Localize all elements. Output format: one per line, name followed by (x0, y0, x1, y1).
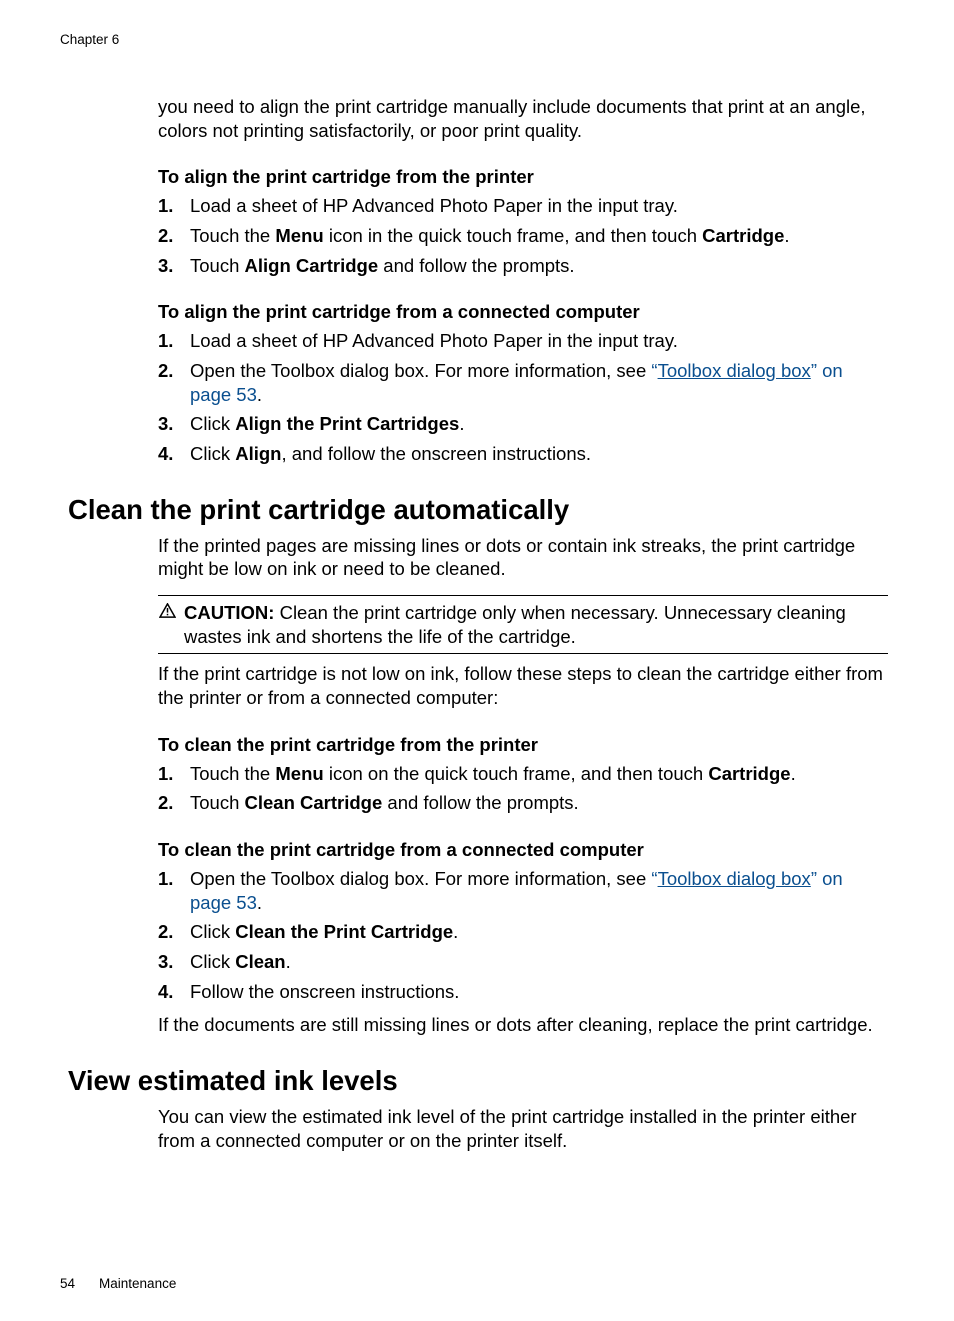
after-clean-para: If the documents are still missing lines… (158, 1013, 888, 1037)
text: , and follow the onscreen instructions. (281, 443, 591, 464)
text: . (257, 892, 262, 913)
bold-text: Menu (275, 763, 323, 784)
content-body: you need to align the print cartridge ma… (158, 95, 888, 466)
text: Click (190, 443, 235, 464)
text: icon on the quick touch frame, and then … (324, 763, 709, 784)
list-item: Touch Clean Cartridge and follow the pro… (186, 791, 888, 815)
link-text: Toolbox dialog box (658, 868, 811, 889)
text: Click (190, 951, 235, 972)
list-item: Click Align the Print Cartridges. (186, 412, 888, 436)
page-footer: 54 Maintenance (60, 1276, 176, 1291)
list-item: Load a sheet of HP Advanced Photo Paper … (186, 329, 888, 353)
text: icon in the quick touch frame, and then … (324, 225, 702, 246)
list-item: Open the Toolbox dialog box. For more in… (186, 867, 888, 914)
clean-computer-heading: To clean the print cartridge from a conn… (158, 839, 888, 861)
list-item: Click Align, and follow the onscreen ins… (186, 442, 888, 466)
align-printer-heading: To align the print cartridge from the pr… (158, 166, 888, 188)
clean-para-2: If the print cartridge is not low on ink… (158, 662, 888, 709)
intro-paragraph: you need to align the print cartridge ma… (158, 95, 888, 142)
caution-content: CAUTION: Clean the print cartridge only … (184, 601, 888, 648)
list-item: Open the Toolbox dialog box. For more in… (186, 359, 888, 406)
text: Touch the (190, 763, 275, 784)
text: . (453, 921, 458, 942)
footer-section: Maintenance (99, 1276, 176, 1291)
bold-text: Cartridge (708, 763, 790, 784)
text: Click (190, 921, 235, 942)
bold-text: Align the Print Cartridges (235, 413, 459, 434)
chapter-header: Chapter 6 (60, 32, 894, 47)
list-item: Follow the onscreen instructions. (186, 980, 888, 1004)
clean-intro: If the printed pages are missing lines o… (158, 534, 888, 581)
clean-computer-steps: Open the Toolbox dialog box. For more in… (158, 867, 888, 1003)
list-item: Click Clean the Print Cartridge. (186, 920, 888, 944)
caution-text: Clean the print cartridge only when nece… (184, 602, 846, 647)
caution-box: CAUTION: Clean the print cartridge only … (158, 595, 888, 654)
list-item: Load a sheet of HP Advanced Photo Paper … (186, 194, 888, 218)
clean-printer-heading: To clean the print cartridge from the pr… (158, 734, 888, 756)
text: . (286, 951, 291, 972)
clean-body: If the printed pages are missing lines o… (158, 534, 888, 1037)
clean-printer-steps: Touch the Menu icon on the quick touch f… (158, 762, 888, 815)
clean-section-heading: Clean the print cartridge automatically (68, 494, 894, 526)
text: Touch the (190, 225, 275, 246)
bold-text: Cartridge (702, 225, 784, 246)
list-item: Touch the Menu icon on the quick touch f… (186, 762, 888, 786)
align-printer-steps: Load a sheet of HP Advanced Photo Paper … (158, 194, 888, 277)
bold-text: Clean Cartridge (245, 792, 383, 813)
view-ink-para: You can view the estimated ink level of … (158, 1105, 888, 1152)
link-text: Toolbox dialog box (658, 360, 811, 381)
bold-text: Align (235, 443, 281, 464)
list-item: Click Clean. (186, 950, 888, 974)
page-number: 54 (60, 1276, 75, 1291)
align-computer-steps: Load a sheet of HP Advanced Photo Paper … (158, 329, 888, 465)
text: . (459, 413, 464, 434)
caution-icon (158, 603, 176, 648)
bold-text: Clean (235, 951, 285, 972)
view-ink-body: You can view the estimated ink level of … (158, 1105, 888, 1152)
text: . (791, 763, 796, 784)
text: and follow the prompts. (382, 792, 578, 813)
bold-text: Clean the Print Cartridge (235, 921, 453, 942)
text: Open the Toolbox dialog box. For more in… (190, 868, 651, 889)
text: Touch (190, 255, 245, 276)
align-computer-heading: To align the print cartridge from a conn… (158, 301, 888, 323)
list-item: Touch the Menu icon in the quick touch f… (186, 224, 888, 248)
text: Click (190, 413, 235, 434)
view-ink-heading: View estimated ink levels (68, 1065, 894, 1097)
text: . (784, 225, 789, 246)
text: and follow the prompts. (378, 255, 574, 276)
caution-label: CAUTION: (184, 602, 274, 623)
text: . (257, 384, 262, 405)
text: Touch (190, 792, 245, 813)
text: Open the Toolbox dialog box. For more in… (190, 360, 651, 381)
bold-text: Menu (275, 225, 323, 246)
bold-text: Align Cartridge (245, 255, 379, 276)
list-item: Touch Align Cartridge and follow the pro… (186, 254, 888, 278)
